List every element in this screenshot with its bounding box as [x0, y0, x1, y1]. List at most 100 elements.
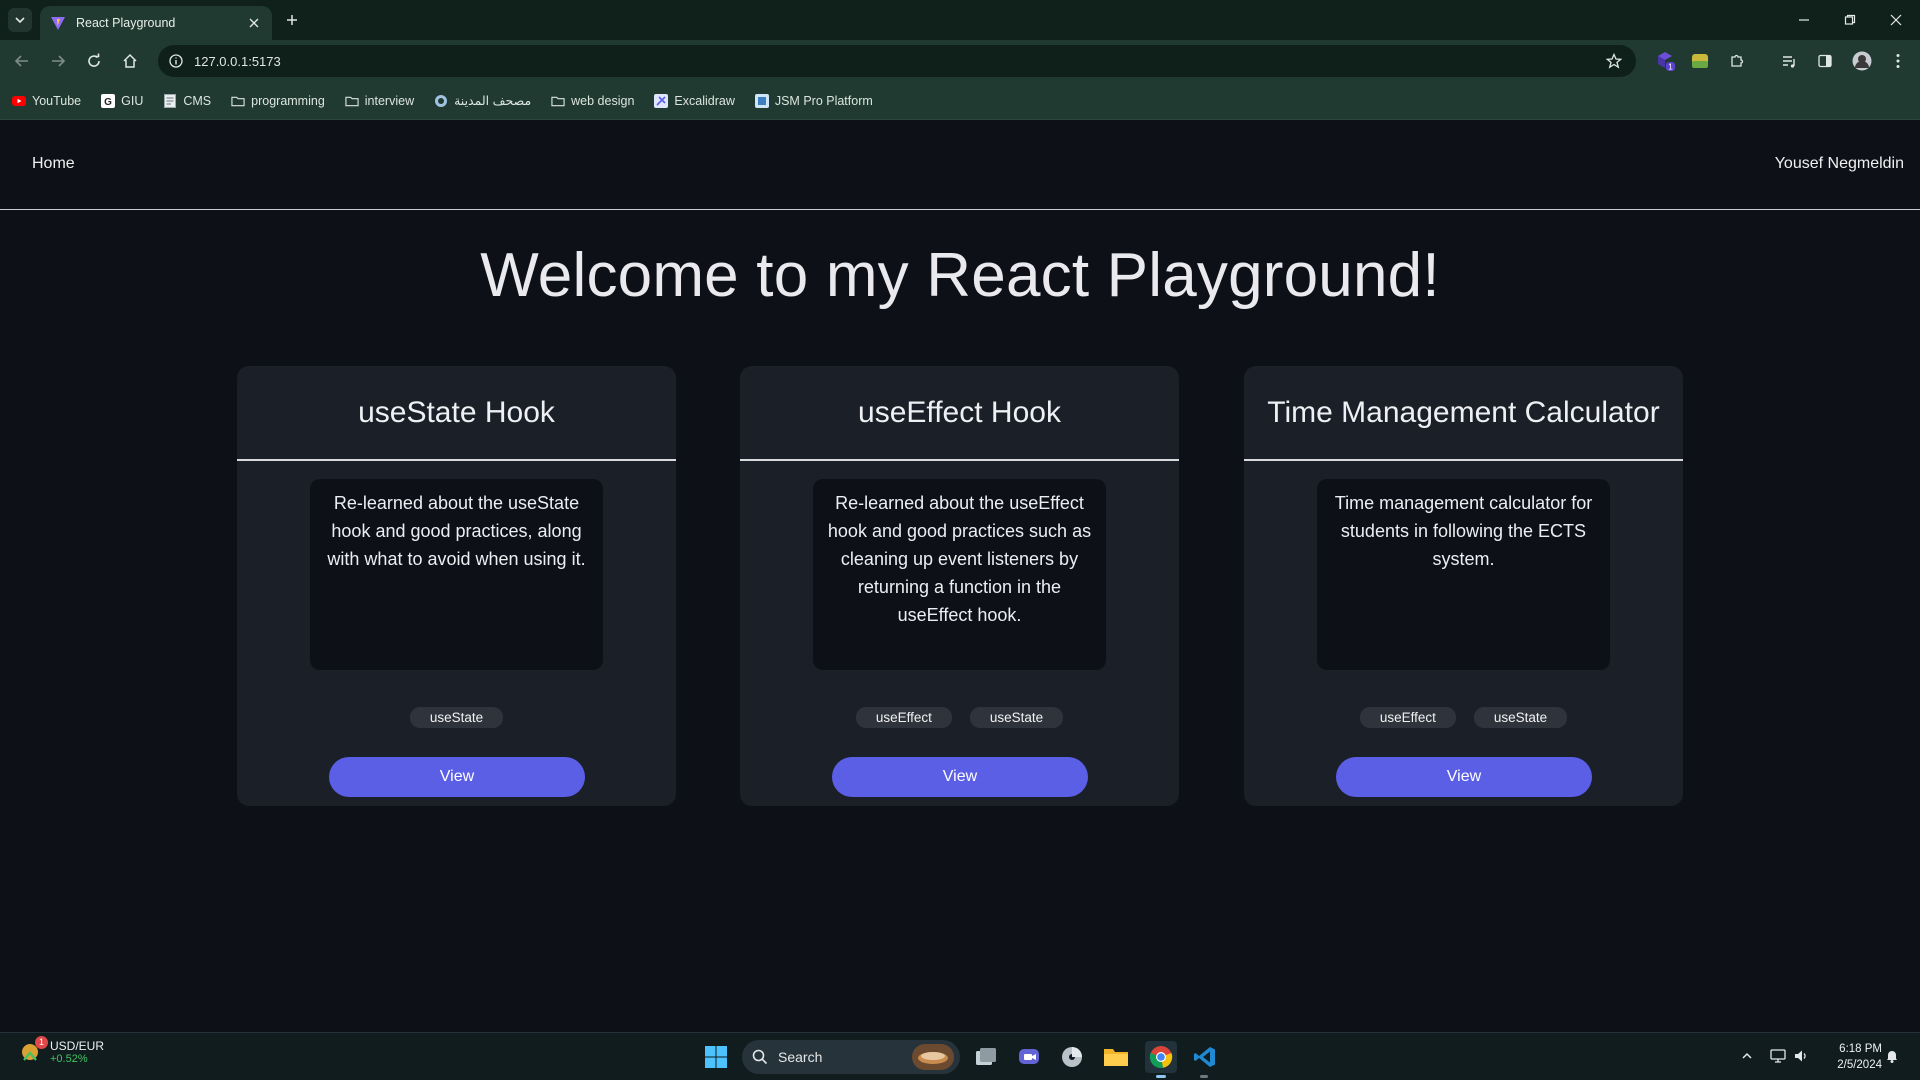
bookmark-star-icon[interactable]	[1604, 51, 1624, 71]
browser-tab[interactable]: React Playground	[40, 6, 272, 40]
tag-badge: useState	[409, 707, 504, 728]
bookmark-label: JSM Pro Platform	[774, 93, 873, 108]
bookmark-label: Excalidraw	[674, 93, 735, 108]
restore-icon	[1844, 14, 1856, 25]
close-tab-icon[interactable]	[246, 15, 262, 31]
finance-widget[interactable]: 1 USD/EUR +0.52%	[18, 1036, 105, 1065]
vite-logo-icon	[51, 17, 65, 30]
tab-search-button[interactable]	[8, 8, 32, 32]
bookmark-folder-web-design[interactable]: web design	[551, 94, 634, 108]
vscode-icon	[1194, 1047, 1215, 1067]
card-title: useEffect Hook	[740, 366, 1179, 461]
youtube-icon	[12, 94, 26, 108]
svg-text:1: 1	[1668, 63, 1673, 72]
teams-chat-button[interactable]	[1013, 1041, 1045, 1073]
bookmark-folder-interview[interactable]: interview	[345, 94, 414, 108]
project-card: useEffect Hook Re-learned about the useE…	[740, 366, 1179, 806]
close-window-button[interactable]	[1884, 8, 1908, 32]
bookmark-jsm[interactable]: JSM Pro Platform	[754, 93, 873, 108]
folder-icon	[345, 94, 359, 108]
extension-counter-icon[interactable]: 1	[1654, 50, 1676, 72]
minimize-button[interactable]	[1792, 8, 1816, 32]
clock-time: 6:18 PM	[1839, 1043, 1882, 1055]
card-tags: useEffect useState	[740, 707, 1179, 728]
restore-button[interactable]	[1838, 8, 1862, 32]
side-panel-icon[interactable]	[1814, 50, 1836, 72]
color-extension-icon[interactable]	[1689, 50, 1711, 72]
speaker-icon	[1795, 1050, 1806, 1062]
bookmark-youtube[interactable]: YouTube	[12, 94, 81, 108]
card-title: Time Management Calculator	[1244, 366, 1683, 461]
widget-change: +0.52%	[50, 1053, 88, 1065]
browser-toolbar: 127.0.0.1:5173 1	[0, 40, 1920, 82]
tag-badge: useEffect	[1359, 707, 1456, 728]
site-info-icon[interactable]	[168, 53, 184, 69]
taskbar-clock[interactable]: 6:18 PM 2/5/2024	[1822, 1041, 1882, 1073]
reload-icon	[88, 53, 100, 67]
bookmark-quran[interactable]: مصحف المدينة	[434, 93, 531, 108]
reload-button[interactable]	[82, 49, 106, 73]
extensions-puzzle-icon[interactable]	[1726, 50, 1748, 72]
bookmark-cms[interactable]: CMS	[163, 93, 211, 108]
bookmark-label: programming	[251, 93, 325, 108]
card-description: Time management calculator for students …	[1317, 479, 1610, 670]
bookmark-folder-programming[interactable]: programming	[231, 94, 325, 108]
chrome-icon	[1149, 1046, 1173, 1069]
url-text[interactable]: 127.0.0.1:5173	[194, 54, 1604, 69]
search-icon	[752, 1049, 768, 1065]
network-button[interactable]	[1767, 1045, 1789, 1067]
currency-icon: 1	[18, 1036, 48, 1064]
vscode-taskbar-button[interactable]	[1189, 1041, 1221, 1073]
task-view-icon	[976, 1048, 996, 1065]
card-description: Re-learned about the useState hook and g…	[310, 479, 603, 670]
top-navbar: Home Yousef Negmeldin	[0, 120, 1920, 210]
chat-icon	[1019, 1049, 1039, 1064]
file-explorer-button[interactable]	[1100, 1041, 1132, 1073]
windows-logo-icon	[705, 1046, 727, 1068]
bookmark-label: web design	[571, 93, 635, 108]
excalidraw-icon	[654, 93, 669, 108]
bookmark-label: GIU	[121, 93, 144, 108]
tag-badge: useEffect	[855, 707, 952, 728]
forward-button[interactable]	[46, 49, 70, 73]
card-tags: useState	[237, 707, 676, 728]
search-highlight-image	[912, 1044, 954, 1070]
nav-home-link[interactable]: Home	[32, 155, 75, 173]
app-icon-button[interactable]	[1056, 1041, 1088, 1073]
media-control-icon[interactable]	[1778, 50, 1800, 72]
folder-icon	[551, 94, 565, 108]
bell-icon	[1887, 1051, 1897, 1063]
new-tab-button[interactable]	[282, 10, 302, 30]
volume-button[interactable]	[1790, 1045, 1812, 1067]
active-app-indicator	[1156, 1075, 1166, 1078]
task-view-button[interactable]	[970, 1041, 1002, 1073]
view-button[interactable]: View	[832, 757, 1088, 797]
arrow-left-icon	[14, 55, 28, 67]
view-button[interactable]: View	[1336, 757, 1592, 797]
widget-title: USD/EUR	[50, 1039, 105, 1053]
nav-user-name[interactable]: Yousef Negmeldin	[1775, 155, 1904, 173]
chrome-taskbar-button[interactable]	[1145, 1041, 1177, 1073]
profile-avatar[interactable]	[1851, 50, 1873, 72]
bookmark-label: interview	[364, 93, 415, 108]
document-icon	[163, 93, 177, 108]
tray-overflow-button[interactable]	[1736, 1045, 1758, 1067]
taskbar-search[interactable]: Search	[742, 1040, 960, 1074]
bookmark-excalidraw[interactable]: Excalidraw	[654, 93, 735, 108]
g-logo-icon: G	[101, 93, 116, 108]
view-button[interactable]: View	[329, 757, 585, 797]
bookmark-label: YouTube	[32, 93, 82, 108]
tag-badge: useState	[1473, 707, 1568, 728]
card-tags: useEffect useState	[1244, 707, 1683, 728]
close-icon	[1890, 14, 1902, 26]
chevron-down-icon	[15, 17, 25, 24]
notifications-button[interactable]	[1881, 1045, 1903, 1067]
network-icon	[1770, 1049, 1786, 1063]
back-button[interactable]	[10, 49, 34, 73]
home-button[interactable]	[118, 49, 142, 73]
address-bar[interactable]: 127.0.0.1:5173	[158, 45, 1636, 77]
tab-title: React Playground	[76, 16, 176, 30]
bookmark-giu[interactable]: G GIU	[101, 93, 144, 108]
menu-kebab-icon[interactable]	[1887, 50, 1909, 72]
start-button[interactable]	[700, 1041, 732, 1073]
